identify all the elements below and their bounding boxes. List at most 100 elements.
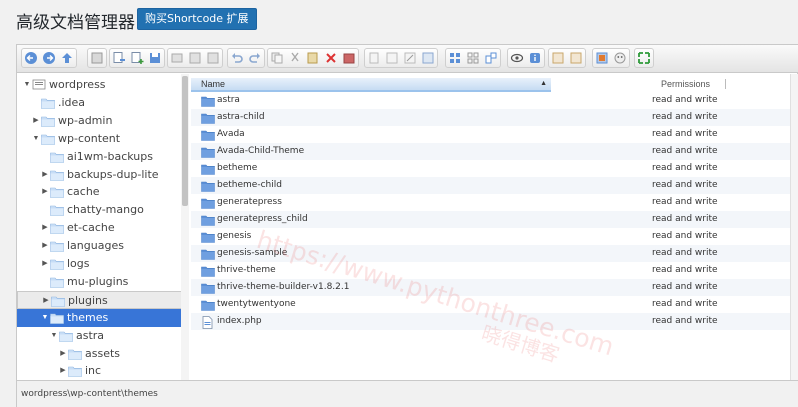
tree-item-idea[interactable]: .idea — [17, 94, 183, 112]
archive-icon[interactable] — [340, 49, 358, 67]
expand-arrow-icon[interactable]: ▶ — [59, 362, 67, 380]
collapse-arrow-icon[interactable]: ▼ — [50, 327, 58, 345]
buy-shortcode-button[interactable]: 购买Shortcode 扩展 — [137, 8, 257, 30]
column-header-permissions[interactable]: Permissions — [661, 78, 710, 90]
sort-desc-icon[interactable] — [567, 49, 585, 67]
column-separator[interactable] — [725, 79, 726, 89]
file-permissions: read and write — [652, 265, 718, 275]
resize-icon[interactable] — [419, 49, 437, 67]
file-manager: ▼ wordpress .idea ▶ wp-admin ▼ wp-content ai1wm… — [16, 44, 798, 407]
paste-icon[interactable] — [304, 49, 322, 67]
file-permissions: read and write — [652, 214, 718, 224]
expand-arrow-icon[interactable]: ▶ — [41, 237, 49, 255]
tree-scrollbar[interactable] — [181, 74, 189, 380]
copy-icon[interactable] — [268, 49, 286, 67]
tree-item-chatty-mango[interactable]: chatty-mango — [17, 201, 183, 219]
save-icon[interactable] — [146, 49, 164, 67]
file-name: thrive-theme-builder-v1.8.2.1 — [217, 282, 350, 292]
list-row[interactable]: Avada-Child-Theme read and write — [191, 143, 798, 160]
undo-icon[interactable] — [228, 49, 246, 67]
tree-item-languages[interactable]: ▶ languages — [17, 237, 183, 255]
tree-item-plugins[interactable]: ▶ plugins — [17, 290, 183, 310]
cut-icon[interactable] — [286, 49, 304, 67]
expand-arrow-icon[interactable]: ▶ — [41, 166, 49, 184]
duplicate-icon[interactable] — [365, 49, 383, 67]
list-row[interactable]: thrive-theme-builder-v1.8.2.1 read and wr… — [191, 279, 798, 296]
tree-item-wp-content[interactable]: ▼ wp-content — [17, 130, 183, 148]
folder-icon — [51, 295, 65, 307]
edit-icon[interactable] — [401, 49, 419, 67]
collapse-arrow-icon[interactable]: ▼ — [41, 309, 49, 327]
collapse-arrow-icon[interactable]: ▼ — [32, 130, 40, 148]
up-icon[interactable] — [58, 49, 76, 67]
file-name: astra-child — [217, 112, 265, 122]
folder-icon — [68, 365, 82, 378]
list-row[interactable]: betheme-child read and write — [191, 177, 798, 194]
list-row[interactable]: Avada read and write — [191, 126, 798, 143]
tree-item-backups-dup-lite[interactable]: ▶ backups-dup-lite — [17, 166, 183, 184]
list-view-icon[interactable] — [464, 49, 482, 67]
file-name: index.php — [217, 316, 262, 326]
expand-arrow-icon[interactable]: ▶ — [32, 112, 40, 130]
icons-view-icon[interactable] — [446, 49, 464, 67]
open-icon[interactable] — [168, 49, 186, 67]
list-row[interactable]: twentytwentyone read and write — [191, 296, 798, 313]
tree-item-et-cache[interactable]: ▶ et-cache — [17, 219, 183, 237]
expand-arrow-icon[interactable]: ▶ — [42, 292, 50, 310]
expand-arrow-icon[interactable]: ▶ — [41, 255, 49, 273]
reload-icon[interactable] — [204, 49, 222, 67]
expand-arrow-icon[interactable]: ▶ — [41, 183, 49, 201]
help-info-icon[interactable] — [526, 49, 544, 67]
list-row[interactable]: genesis-sample read and write — [191, 245, 798, 262]
preview-icon[interactable] — [508, 49, 526, 67]
collapse-arrow-icon[interactable]: ▼ — [23, 76, 31, 94]
new-file-icon[interactable] — [128, 49, 146, 67]
tree-item-astra[interactable]: ▼ astra — [17, 327, 183, 345]
current-path: wordpress\wp-content\themes — [21, 389, 158, 399]
column-header-name[interactable]: Name ▲ — [191, 78, 551, 92]
tree-item-logs[interactable]: ▶ logs — [17, 255, 183, 273]
list-row[interactable]: thrive-theme read and write — [191, 262, 798, 279]
tree-scroll-thumb[interactable] — [182, 76, 188, 206]
rename-icon[interactable] — [383, 49, 401, 67]
tree-item-ai1wm-backups[interactable]: ai1wm-backups — [17, 148, 183, 166]
list-row[interactable]: genesis read and write — [191, 228, 798, 245]
tree-item-cache[interactable]: ▶ cache — [17, 183, 183, 201]
columns-view-icon[interactable] — [482, 49, 500, 67]
back-icon[interactable] — [22, 49, 40, 67]
shortcut-icon[interactable] — [611, 49, 629, 67]
list-row[interactable]: generatepress_child read and write — [191, 211, 798, 228]
extract-icon[interactable] — [593, 49, 611, 67]
toolbar-group — [267, 48, 359, 68]
delete-icon[interactable] — [322, 49, 340, 67]
list-scrollbar[interactable] — [790, 74, 798, 380]
toolbar-group — [227, 48, 265, 68]
list-row[interactable]: betheme read and write — [191, 160, 798, 177]
info-icon[interactable] — [186, 49, 204, 67]
expand-arrow-icon[interactable]: ▶ — [59, 345, 67, 363]
tree-item-inc[interactable]: ▶ inc — [17, 362, 183, 380]
tree-item-wordpress[interactable]: ▼ wordpress — [17, 76, 183, 94]
list-row[interactable]: astra-child read and write — [191, 109, 798, 126]
folder-icon — [50, 186, 64, 199]
list-row[interactable]: astra read and write — [191, 92, 798, 109]
file-name: thrive-theme — [217, 265, 276, 275]
expand-arrow-icon[interactable]: ▶ — [41, 219, 49, 237]
copy-to-icon[interactable] — [110, 49, 128, 67]
tree-item-label: wp-content — [58, 131, 121, 145]
fullscreen-icon[interactable] — [635, 49, 653, 67]
home-icon[interactable] — [88, 49, 106, 67]
list-row[interactable]: index.php read and write — [191, 313, 798, 330]
tree-item-themes[interactable]: ▼ themes — [17, 308, 183, 327]
folder-icon — [201, 197, 215, 209]
tree-item-mu-plugins[interactable]: mu-plugins — [17, 273, 183, 291]
folder-icon — [201, 299, 215, 311]
redo-icon[interactable] — [246, 49, 264, 67]
forward-icon[interactable] — [40, 49, 58, 67]
tree-item-wp-admin[interactable]: ▶ wp-admin — [17, 112, 183, 130]
tree-item-assets[interactable]: ▶ assets — [17, 345, 183, 363]
sort-asc-icon[interactable] — [549, 49, 567, 67]
tree-item-label: .idea — [58, 95, 86, 109]
folder-icon — [50, 276, 64, 288]
list-row[interactable]: generatepress read and write — [191, 194, 798, 211]
